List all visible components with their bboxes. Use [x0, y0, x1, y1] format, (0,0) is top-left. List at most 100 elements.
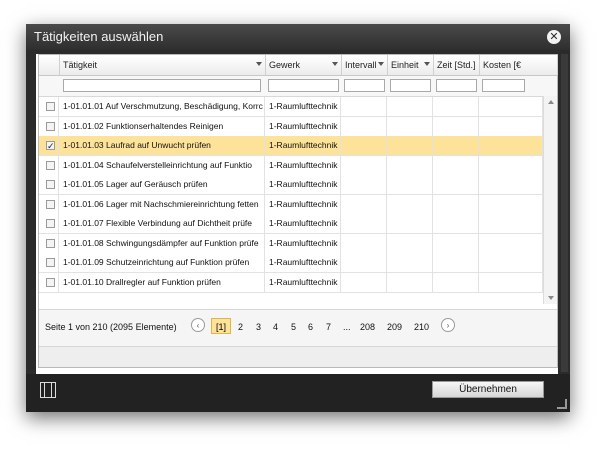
dialog-footer: Übernehmen [26, 374, 570, 412]
cell-zeit [433, 155, 479, 175]
pager-info: Seite 1 von 210 (2095 Elemente) [45, 322, 177, 332]
table-row[interactable]: ✓ 1-01.01.03 Laufrad auf Unwucht prüfen 1-… [39, 136, 557, 156]
cell-taetigkeit: 1-01.01.05 Lager auf Geräusch prüfen [59, 175, 265, 194]
table-row[interactable]: 1-01.01.09 Schutzeinrichtung auf Funktio… [39, 253, 557, 273]
cell-kosten [479, 136, 543, 155]
cell-kosten [479, 97, 543, 116]
cell-kosten [479, 116, 543, 136]
table-row[interactable]: 1-01.01.04 Schaufelverstelleinrichtung a… [39, 155, 557, 176]
pager-strip [39, 346, 557, 367]
cell-gewerk: 1-Raumlufttechnik [265, 253, 341, 272]
row-checkbox[interactable]: ✓ [46, 141, 55, 151]
table-row[interactable]: 1-01.01.06 Lager mit Nachschmiereinricht… [39, 194, 557, 215]
header-checkbox-column [39, 55, 60, 75]
row-checkbox[interactable] [46, 238, 55, 248]
cell-intervall [341, 155, 387, 175]
cell-intervall [341, 116, 387, 136]
row-checkbox[interactable] [46, 277, 55, 287]
column-header-label: Intervall [345, 60, 377, 70]
filter-row [39, 76, 557, 97]
cell-zeit [433, 116, 479, 136]
row-checkbox[interactable] [46, 121, 55, 131]
scroll-up-icon[interactable] [548, 100, 554, 104]
page-link[interactable]: 2 [238, 322, 243, 332]
cell-taetigkeit: 1-01.01.03 Laufrad auf Unwucht prüfen [59, 136, 265, 155]
page-link[interactable]: 209 [387, 322, 402, 332]
cell-gewerk: 1-Raumlufttechnik [265, 175, 341, 194]
page-link[interactable]: 208 [360, 322, 375, 332]
row-checkbox-cell: ✓ [39, 136, 59, 155]
page-link[interactable]: 4 [273, 322, 278, 332]
page-link[interactable]: 210 [414, 322, 429, 332]
film-icon[interactable] [40, 382, 56, 398]
cell-kosten [479, 272, 543, 292]
cell-gewerk: 1-Raumlufttechnik [265, 155, 341, 175]
cell-intervall [341, 214, 387, 233]
cell-gewerk: 1-Raumlufttechnik [265, 136, 341, 155]
cell-gewerk: 1-Raumlufttechnik [265, 214, 341, 233]
row-checkbox[interactable] [46, 219, 55, 228]
column-header-kosten[interactable]: Kosten [€ [479, 55, 558, 75]
cell-einheit [387, 116, 433, 136]
page-link[interactable]: 5 [291, 322, 296, 332]
filter-input-einheit[interactable] [390, 79, 431, 92]
cell-taetigkeit: 1-01.01.04 Schaufelverstelleinrichtung a… [59, 155, 265, 175]
table-row[interactable]: 1-01.01.08 Schwingungsdämpfer auf Funkti… [39, 233, 557, 254]
table-row[interactable]: 1-01.01.01 Auf Verschmutzung, Beschädigu… [39, 97, 557, 117]
page-link[interactable]: 3 [256, 322, 261, 332]
table-row[interactable]: 1-01.01.07 Flexible Verbindung auf Dicht… [39, 214, 557, 234]
dialog-title: Tätigkeiten auswählen [34, 29, 164, 44]
page-link[interactable]: 6 [308, 322, 313, 332]
cell-zeit [433, 136, 479, 155]
cell-taetigkeit: 1-01.01.09 Schutzeinrichtung auf Funktio… [59, 253, 265, 272]
column-header-intervall[interactable]: Intervall [341, 55, 388, 75]
column-header-zeit[interactable]: Zeit [Std.] [433, 55, 480, 75]
filter-input-intervall[interactable] [344, 79, 385, 92]
dialog-window: Tätigkeiten auswählen ✕ Tätigkeit Gewerk… [26, 24, 570, 412]
row-checkbox[interactable] [46, 102, 55, 111]
row-checkbox-cell [39, 194, 59, 214]
close-icon[interactable]: ✕ [547, 30, 561, 44]
cell-gewerk: 1-Raumlufttechnik [265, 116, 341, 136]
grid-scrollbar[interactable] [543, 96, 557, 304]
prev-page-icon[interactable]: ‹ [191, 318, 205, 332]
cell-zeit [433, 97, 479, 116]
cell-einheit [387, 155, 433, 175]
table-row[interactable]: 1-01.01.05 Lager auf Geräusch prüfen 1-Ra… [39, 175, 557, 195]
filter-icon[interactable] [332, 62, 338, 66]
row-checkbox-cell [39, 253, 59, 272]
row-checkbox[interactable] [46, 180, 55, 189]
row-checkbox[interactable] [46, 258, 55, 267]
filter-input-gewerk[interactable] [268, 79, 339, 92]
table-row[interactable]: 1-01.01.10 Drallregler auf Funktion prüf… [39, 272, 557, 293]
column-header-einheit[interactable]: Einheit [387, 55, 434, 75]
filter-icon[interactable] [424, 62, 430, 66]
cell-intervall [341, 194, 387, 214]
column-header-gewerk[interactable]: Gewerk [265, 55, 342, 75]
filter-icon[interactable] [256, 62, 262, 66]
resize-grip-icon[interactable] [557, 399, 567, 409]
dialog-scrollbar[interactable] [561, 54, 568, 372]
grid-header: Tätigkeit Gewerk Intervall Einheit Zeit … [39, 55, 558, 76]
column-header-label: Zeit [Std.] [437, 60, 476, 70]
next-page-icon[interactable]: › [441, 318, 455, 332]
cell-zeit [433, 233, 479, 253]
filter-input-taetigkeit[interactable] [63, 79, 261, 92]
cell-einheit [387, 194, 433, 214]
row-checkbox-cell [39, 116, 59, 136]
filter-input-zeit[interactable] [436, 79, 477, 92]
cell-zeit [433, 253, 479, 272]
cell-zeit [433, 194, 479, 214]
apply-button[interactable]: Übernehmen [432, 381, 544, 398]
row-checkbox[interactable] [46, 160, 55, 170]
filter-input-kosten[interactable] [482, 79, 525, 92]
page-link[interactable]: 7 [326, 322, 331, 332]
row-checkbox-cell [39, 233, 59, 253]
cell-taetigkeit: 1-01.01.10 Drallregler auf Funktion prüf… [59, 272, 265, 292]
filter-icon[interactable] [378, 62, 384, 66]
table-row[interactable]: 1-01.01.02 Funktionserhaltendes Reinigen… [39, 116, 557, 137]
row-checkbox[interactable] [46, 199, 55, 209]
dialog-titlebar[interactable]: Tätigkeiten auswählen ✕ [26, 24, 570, 50]
column-header-taetigkeit[interactable]: Tätigkeit [59, 55, 266, 75]
scroll-down-icon[interactable] [548, 296, 554, 300]
